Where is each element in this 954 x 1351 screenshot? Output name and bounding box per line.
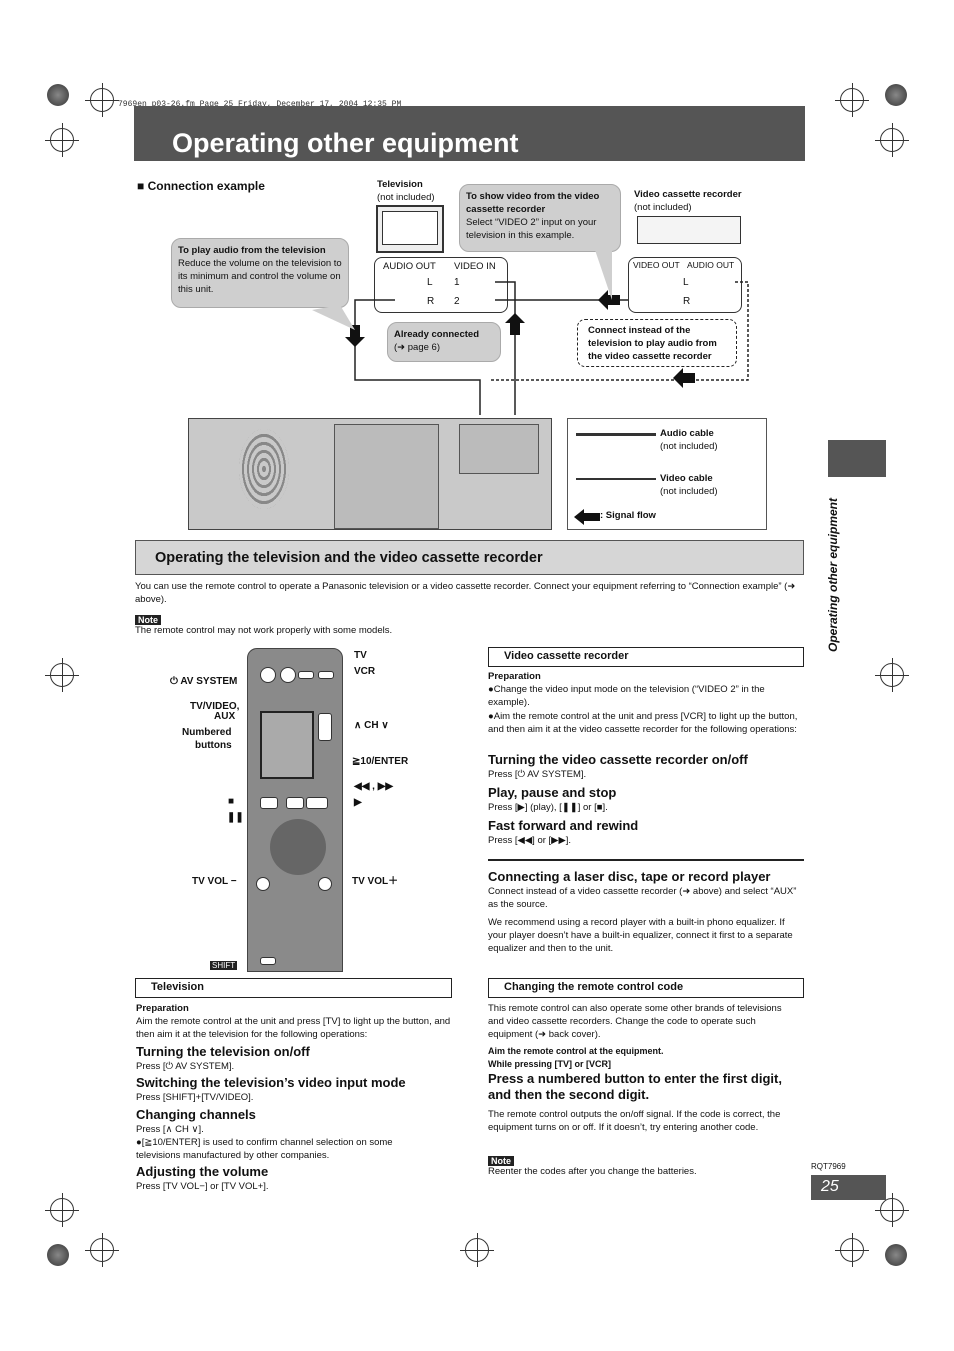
code-result: The remote control outputs the on/off si… — [488, 1109, 781, 1133]
side-tab — [828, 440, 886, 477]
label-play: ▶ — [354, 797, 362, 808]
label-tv: TV — [354, 650, 367, 661]
label-aux: AUX — [214, 711, 236, 722]
vcr-prep-label: Preparation — [488, 671, 541, 682]
vcr-heading-play: Play, pause and stop — [488, 785, 617, 800]
vcr-bullet: ●Change the video input mode on the tele… — [488, 684, 765, 708]
laser-text: Connect instead of a video cassette reco… — [488, 886, 797, 910]
label-buttons: buttons — [195, 740, 232, 751]
registration-mark — [47, 1244, 69, 1266]
registration-mark — [45, 1193, 79, 1227]
registration-mark — [875, 658, 909, 692]
code-heading: Press a numbered button to enter the fir… — [488, 1071, 782, 1102]
label-tv-vol-minus: TV VOL − — [192, 876, 237, 887]
remote-control-illustration — [247, 648, 343, 972]
page-number: 25 — [811, 1175, 886, 1200]
vcr-heading-onoff: Turning the video cassette recorder on/o… — [488, 752, 748, 767]
code-box: Changing the remote control code — [488, 978, 804, 998]
tv-prep-label: Preparation — [136, 1003, 189, 1014]
tv-channel-bullet: ●[≧10/ENTER] is used to confirm channel … — [136, 1137, 393, 1161]
registration-mark — [460, 1233, 494, 1267]
side-tab-label: Operating other equipment — [826, 497, 840, 652]
laser-text-2: We recommend using a record player with … — [488, 917, 793, 954]
tv-text-channels: Press [∧ CH ∨]. — [136, 1124, 204, 1135]
vcr-text-ff: Press [◀◀] or [▶▶]. — [488, 835, 572, 846]
tv-heading-onoff: Turning the television on/off — [136, 1044, 310, 1059]
registration-mark — [45, 658, 79, 692]
registration-mark — [875, 1193, 909, 1227]
laser-heading: Connecting a laser disc, tape or record … — [488, 869, 771, 884]
vcr-text-onoff: Press [⏻ AV SYSTEM]. — [488, 769, 587, 780]
registration-mark — [85, 1233, 119, 1267]
label-numbered: Numbered — [182, 727, 232, 738]
registration-mark — [885, 1244, 907, 1266]
label-pause: ❚❚ — [227, 812, 244, 823]
signal-flow-arrow-icon — [574, 509, 600, 525]
vcr-box: Video cassette recorder — [488, 647, 804, 667]
tv-text-onoff: Press [⏻ AV SYSTEM]. — [136, 1061, 235, 1072]
main-unit-rear-panel — [188, 418, 552, 530]
av-terminals — [459, 424, 539, 474]
tv-heading-input: Switching the television’s video input m… — [136, 1075, 406, 1090]
label-av-system: ⏻ AV SYSTEM — [170, 676, 238, 687]
fan-vent — [239, 429, 289, 509]
label-vcr: VCR — [354, 666, 376, 677]
divider — [488, 859, 804, 861]
section-header: Operating the television and the video c… — [135, 540, 804, 575]
label-tv-vol-plus: TV VOL＋ — [352, 876, 399, 887]
tv-heading-channels: Changing channels — [136, 1107, 256, 1122]
section-intro: You can use the remote control to operat… — [135, 581, 796, 605]
label-enter10: ≧10/ENTER — [352, 756, 409, 767]
tv-heading-volume: Adjusting the volume — [136, 1164, 269, 1179]
label-ch: ∧ CH ∨ — [354, 720, 389, 731]
speaker-terminals — [334, 424, 439, 529]
section-note: The remote control may not work properly… — [135, 625, 393, 636]
tv-prep-text: Aim the remote control at the unit and p… — [136, 1016, 451, 1040]
label-search: ◀◀ , ▶▶ — [354, 781, 394, 792]
tv-text-volume: Press [TV VOL−] or [TV VOL+]. — [136, 1181, 269, 1192]
cable-legend: Audio cable (not included) Video cable (… — [567, 418, 767, 530]
vcr-bullet: ●Aim the remote control at the unit and … — [488, 711, 798, 735]
television-box: Television — [135, 978, 452, 998]
label-shift: SHIFT — [210, 961, 238, 970]
vcr-text-play: Press [▶] (play), [❚❚] or [■]. — [488, 802, 608, 813]
code-text: This remote control can also operate som… — [488, 1003, 782, 1040]
code-step-2: While pressing [TV] or [VCR] — [488, 1059, 612, 1069]
tv-text-input: Press [SHIFT]+[TV/VIDEO]. — [136, 1092, 254, 1103]
vcr-heading-ff: Fast forward and rewind — [488, 818, 639, 833]
code-note: Reenter the codes after you change the b… — [488, 1166, 697, 1177]
code-step-1: Aim the remote control at the equipment. — [488, 1046, 664, 1056]
registration-mark — [835, 1233, 869, 1267]
label-stop: ■ — [228, 796, 235, 807]
doc-code: RQT7969 — [811, 1162, 846, 1171]
